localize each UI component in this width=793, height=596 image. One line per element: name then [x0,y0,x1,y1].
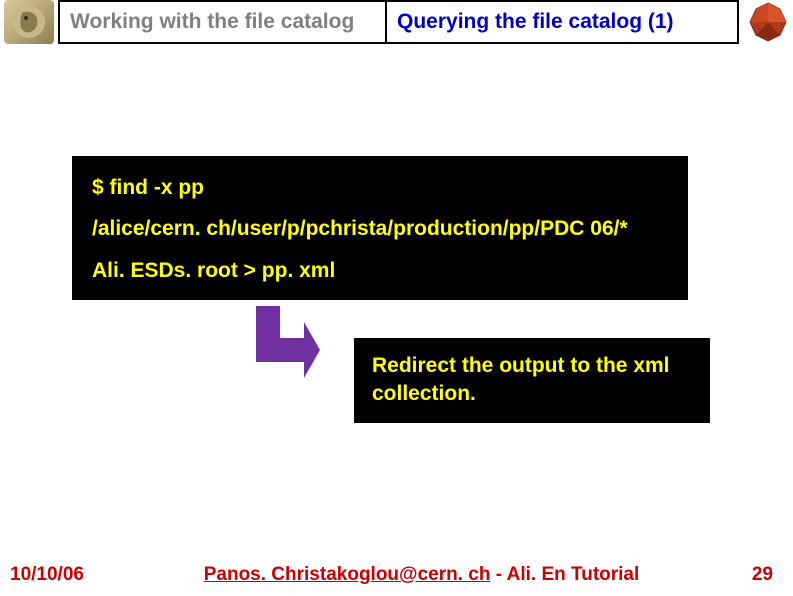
slide-title: Querying the file catalog (1) [387,0,739,44]
tip-box: Redirect the output to the xml collectio… [354,338,710,423]
footer-center: Panos. Christakoglou@cern. ch - Ali. En … [150,564,693,586]
footer-page-number: 29 [693,564,773,586]
footer-email-link[interactable]: Panos. Christakoglou@cern. ch [204,564,491,585]
right-logo-icon [743,0,793,44]
slide-title-text: Querying the file catalog (1) [397,10,674,34]
left-logo-icon [4,0,54,44]
command-line-3: Ali. ESDs. root > pp. xml [92,257,668,284]
slide-header: Working with the file catalog Querying t… [4,0,793,44]
footer-date: 10/10/06 [10,564,150,586]
arrow-down-right-icon [240,306,320,386]
footer-suffix: - Ali. En Tutorial [490,564,639,585]
slide-footer: 10/10/06 Panos. Christakoglou@cern. ch -… [0,564,793,586]
section-title: Working with the file catalog [58,0,387,44]
command-line-2: /alice/cern. ch/user/p/pchrista/producti… [92,215,668,242]
command-block: $ find -x pp /alice/cern. ch/user/p/pchr… [72,156,688,300]
section-title-text: Working with the file catalog [70,10,354,34]
command-line-1: $ find -x pp [92,174,668,201]
tip-text: Redirect the output to the xml collectio… [372,352,692,409]
